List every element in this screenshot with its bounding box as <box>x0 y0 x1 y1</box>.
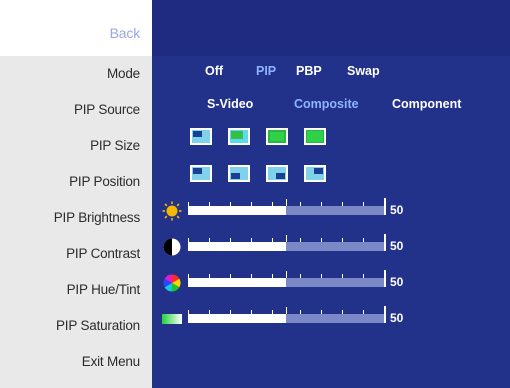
side-menu: Back Mode PIP Source PIP Size PIP Positi… <box>0 0 152 388</box>
slider-tick <box>209 202 210 206</box>
saturation-fill <box>188 314 286 323</box>
hue-track-end <box>384 270 386 287</box>
contrast-track-end <box>384 234 386 251</box>
source-option-component[interactable]: Component <box>392 86 461 122</box>
menu-item-pip-position[interactable]: PIP Position <box>0 164 140 200</box>
pip-position-bottom-left-icon[interactable] <box>228 165 250 182</box>
contrast-fill <box>188 242 286 251</box>
slider-tick <box>272 202 273 206</box>
slider-tick <box>300 238 301 242</box>
menu-item-pip-hue-tint[interactable]: PIP Hue/Tint <box>0 272 141 308</box>
slider-tick <box>286 235 287 242</box>
slider-tick <box>188 274 189 278</box>
pip-size-full-icon[interactable] <box>304 128 326 145</box>
saturation-value: 50 <box>390 311 404 325</box>
mode-option-pip[interactable]: PIP <box>256 53 276 89</box>
slider-tick <box>209 274 210 278</box>
slider-tick <box>251 238 252 242</box>
osd-menu: Back Mode PIP Source PIP Size PIP Positi… <box>0 0 510 388</box>
brightness-slider[interactable]: 50 <box>152 192 510 228</box>
brightness-fill <box>188 206 286 215</box>
pip-position-top-right-icon[interactable] <box>304 165 326 182</box>
sun-icon <box>162 201 182 221</box>
slider-tick <box>300 310 301 314</box>
mode-option-off[interactable]: Off <box>205 53 223 89</box>
contrast-slider[interactable]: 50 <box>152 228 510 264</box>
slider-tick <box>251 274 252 278</box>
slider-tick <box>251 310 252 314</box>
pip-position-top-left-icon[interactable] <box>190 165 212 182</box>
source-option-s-video[interactable]: S-Video <box>207 86 253 122</box>
slider-tick <box>342 310 343 314</box>
saturation-track-end <box>384 306 386 323</box>
slider-tick <box>272 310 273 314</box>
brightness-value: 50 <box>390 203 404 217</box>
slider-tick <box>230 238 231 242</box>
slider-tick <box>342 202 343 206</box>
menu-item-exit[interactable]: Exit Menu <box>0 344 140 380</box>
slider-tick <box>321 238 322 242</box>
slider-tick <box>272 274 273 278</box>
menu-item-pip-saturation[interactable]: PIP Saturation <box>0 308 140 344</box>
mode-option-pbp[interactable]: PBP <box>296 53 322 89</box>
menu-item-pip-contrast[interactable]: PIP Contrast <box>0 236 140 272</box>
hue-fill <box>188 278 286 287</box>
brightness-track[interactable] <box>188 199 384 215</box>
saturation-icon <box>162 314 182 324</box>
hue-track[interactable] <box>188 271 384 287</box>
panel-header <box>152 0 510 56</box>
slider-tick <box>321 202 322 206</box>
slider-tick <box>321 274 322 278</box>
slider-tick <box>286 271 287 278</box>
contrast-track[interactable] <box>188 235 384 251</box>
brightness-track-end <box>384 198 386 215</box>
slider-tick <box>286 307 287 314</box>
slider-tick <box>286 199 287 206</box>
slider-tick <box>230 310 231 314</box>
color-wheel-icon <box>163 274 181 292</box>
slider-tick <box>321 310 322 314</box>
pip-size-large-icon[interactable] <box>266 128 288 145</box>
menu-item-pip-source[interactable]: PIP Source <box>0 92 140 128</box>
menu-item-mode[interactable]: Mode <box>0 56 140 92</box>
slider-tick <box>342 238 343 242</box>
contrast-value: 50 <box>390 239 404 253</box>
slider-tick <box>188 238 189 242</box>
slider-tick <box>363 238 364 242</box>
saturation-slider[interactable]: 50 <box>152 300 510 336</box>
slider-tick <box>209 310 210 314</box>
back-button[interactable]: Back <box>0 14 141 52</box>
pip-size-small-icon[interactable] <box>190 128 212 145</box>
saturation-track[interactable] <box>188 307 384 323</box>
mode-option-swap[interactable]: Swap <box>347 53 380 89</box>
hue-value: 50 <box>390 275 404 289</box>
source-option-composite[interactable]: Composite <box>294 86 359 122</box>
slider-tick <box>209 238 210 242</box>
slider-tick <box>272 238 273 242</box>
slider-tick <box>342 274 343 278</box>
contrast-icon <box>163 238 181 256</box>
pip-size-medium-icon[interactable] <box>228 128 250 145</box>
menu-item-pip-brightness[interactable]: PIP Brightness <box>0 200 140 236</box>
slider-tick <box>363 310 364 314</box>
slider-tick <box>363 202 364 206</box>
slider-tick <box>188 310 189 314</box>
slider-tick <box>251 202 252 206</box>
slider-tick <box>363 274 364 278</box>
slider-tick <box>230 202 231 206</box>
slider-tick <box>300 274 301 278</box>
hue-slider[interactable]: 50 <box>152 264 510 300</box>
pip-position-bottom-right-icon[interactable] <box>266 165 288 182</box>
menu-item-pip-size[interactable]: PIP Size <box>0 128 140 164</box>
slider-tick <box>300 202 301 206</box>
slider-tick <box>188 202 189 206</box>
slider-tick <box>230 274 231 278</box>
